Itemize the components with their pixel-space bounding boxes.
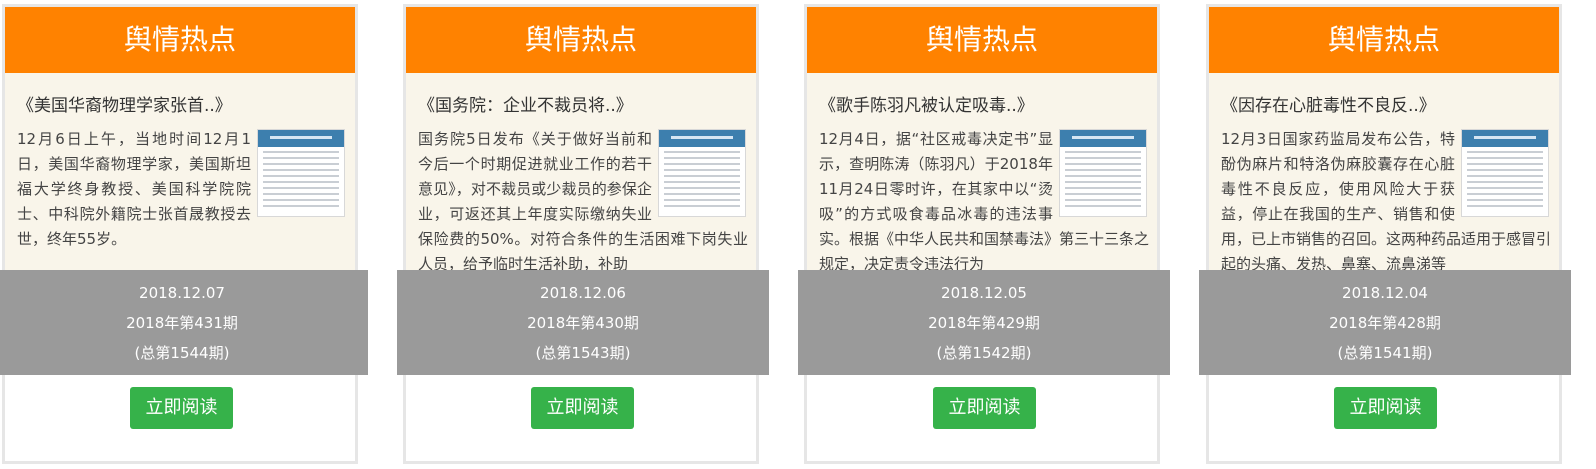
issue-total: (总第1542期) bbox=[936, 344, 1032, 362]
issue-number: 2018年第430期 bbox=[527, 314, 639, 332]
issue-number: 2018年第428期 bbox=[1329, 314, 1441, 332]
card-header: 舆情热点 bbox=[1209, 7, 1559, 73]
report-thumbnail-image[interactable] bbox=[1059, 129, 1147, 217]
issue-number: 2018年第431期 bbox=[126, 314, 238, 332]
card-summary-block: 12月3日国家药监局发布公告，特酚伪麻片和特洛伪麻胶囊存在心脏毒性不良反应，使用… bbox=[1221, 127, 1551, 277]
card-header: 舆情热点 bbox=[406, 7, 756, 73]
card-body: 《因存在心脏毒性不良反..》 12月3日国家药监局发布公告，特酚伪麻片和特洛伪麻… bbox=[1209, 73, 1559, 277]
issue-date: 2018.12.07 bbox=[139, 284, 225, 302]
issue-number: 2018年第429期 bbox=[928, 314, 1040, 332]
report-thumbnail-image[interactable] bbox=[658, 129, 746, 217]
issue-total: (总第1544期) bbox=[134, 344, 230, 362]
issue-info-bar: 2018.12.07 2018年第431期 (总第1544期) bbox=[0, 270, 368, 375]
card-summary-block: 12月6日上午，当地时间12月1日，美国华裔物理学家，美国斯坦福大学终身教授、美… bbox=[17, 127, 347, 252]
card-summary-block: 国务院5日发布《关于做好当前和今后一个时期促进就业工作的若干意见》，对不裁员或少… bbox=[418, 127, 748, 277]
card-header: 舆情热点 bbox=[807, 7, 1157, 73]
card-body: 《歌手陈羽凡被认定吸毒..》 12月4日，据“社区戒毒决定书”显示，查明陈涛（陈… bbox=[807, 73, 1157, 277]
read-now-button[interactable]: 立即阅读 bbox=[933, 387, 1036, 429]
card-body: 《美国华裔物理学家张首..》 12月6日上午，当地时间12月1日，美国华裔物理学… bbox=[5, 73, 355, 277]
report-thumbnail-image[interactable] bbox=[257, 129, 345, 217]
read-now-button[interactable]: 立即阅读 bbox=[531, 387, 634, 429]
card-title[interactable]: 《因存在心脏毒性不良反..》 bbox=[1221, 91, 1436, 116]
card-row: 舆情热点 《美国华裔物理学家张首..》 12月6日上午，当地时间12月1日，美国… bbox=[0, 0, 1596, 469]
read-now-button[interactable]: 立即阅读 bbox=[130, 387, 233, 429]
issue-total: (总第1541期) bbox=[1337, 344, 1433, 362]
issue-info-bar: 2018.12.05 2018年第429期 (总第1542期) bbox=[798, 270, 1170, 375]
issue-total: (总第1543期) bbox=[535, 344, 631, 362]
issue-info-bar: 2018.12.06 2018年第430期 (总第1543期) bbox=[397, 270, 769, 375]
card-summary-block: 12月4日，据“社区戒毒决定书”显示，查明陈涛（陈羽凡）于2018年11月24日… bbox=[819, 127, 1149, 277]
issue-date: 2018.12.04 bbox=[1342, 284, 1428, 302]
report-thumbnail-image[interactable] bbox=[1461, 129, 1549, 217]
issue-date: 2018.12.06 bbox=[540, 284, 626, 302]
card-summary: 12月6日上午，当地时间12月1日，美国华裔物理学家，美国斯坦福大学终身教授、美… bbox=[17, 130, 251, 248]
card-body: 《国务院：企业不裁员将..》 国务院5日发布《关于做好当前和今后一个时期促进就业… bbox=[406, 73, 756, 277]
card-header: 舆情热点 bbox=[5, 7, 355, 73]
card-title[interactable]: 《国务院：企业不裁员将..》 bbox=[418, 91, 633, 116]
issue-info-bar: 2018.12.04 2018年第428期 (总第1541期) bbox=[1199, 270, 1571, 375]
card-title[interactable]: 《歌手陈羽凡被认定吸毒..》 bbox=[819, 91, 1034, 116]
card-title[interactable]: 《美国华裔物理学家张首..》 bbox=[17, 91, 232, 116]
issue-date: 2018.12.05 bbox=[941, 284, 1027, 302]
read-now-button[interactable]: 立即阅读 bbox=[1334, 387, 1437, 429]
